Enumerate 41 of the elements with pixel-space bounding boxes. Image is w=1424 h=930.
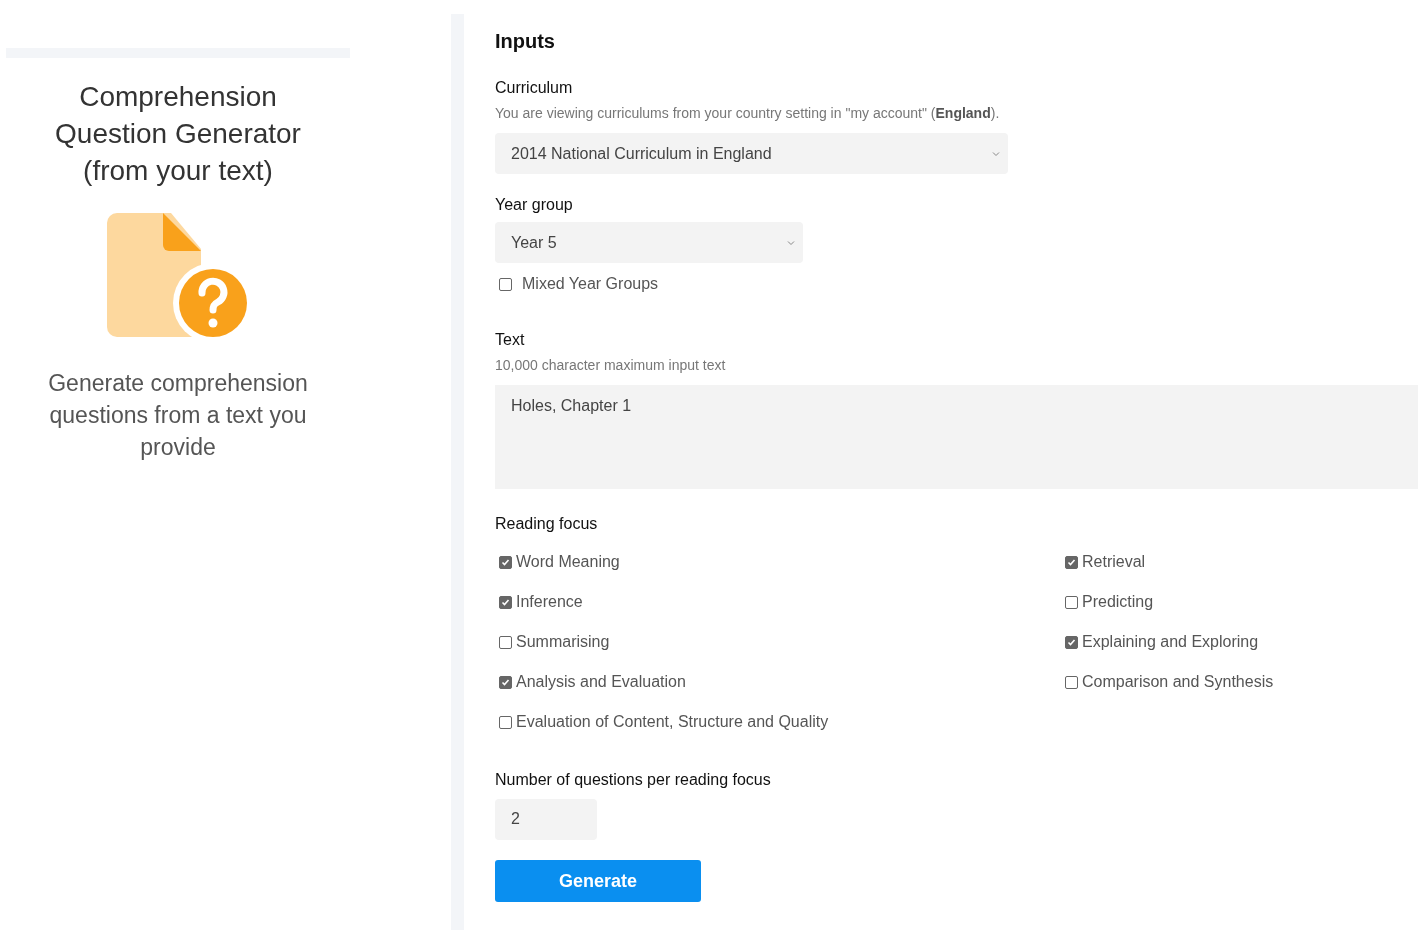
checkbox-label: Summarising <box>516 633 610 651</box>
caret-icon <box>787 239 795 246</box>
checkbox-label: Evaluation of Content, Structure and Quality <box>516 713 829 731</box>
year-select[interactable]: Year 5 <box>495 222 803 263</box>
checkbox[interactable] <box>499 277 512 291</box>
field-note: 10,000 character maximum input text <box>495 357 726 373</box>
curriculum-select[interactable]: 2014 National Curriculum in England <box>495 133 1008 174</box>
checkbox[interactable] <box>499 555 512 569</box>
check-icon <box>1067 637 1076 647</box>
field-note: You are viewing curriculums from your country setting in "my account" (England). <box>495 105 1000 121</box>
check-icon <box>1067 557 1076 567</box>
checkbox[interactable] <box>1065 555 1078 569</box>
checkbox-label: Comparison and Synthesis <box>1082 673 1274 691</box>
checkbox[interactable] <box>499 635 512 649</box>
check-icon <box>501 557 510 567</box>
checkbox-label: Analysis and Evaluation <box>516 673 686 691</box>
checkbox-label: Mixed Year Groups <box>522 275 659 293</box>
check-icon <box>501 677 510 687</box>
section-heading: Inputs <box>495 30 555 53</box>
checkbox-label: Predicting <box>1082 593 1154 611</box>
checkbox[interactable] <box>499 715 512 729</box>
checkbox-label: Inference <box>516 593 583 611</box>
checkbox[interactable] <box>1065 635 1078 649</box>
field-label: Reading focus <box>495 515 598 533</box>
checkbox[interactable] <box>1065 675 1078 689</box>
checkbox-label: Word Meaning <box>516 553 620 571</box>
field-label: Year group <box>495 196 573 214</box>
checkbox-label: Explaining and Exploring <box>1082 633 1259 651</box>
checkbox-label: Retrieval <box>1082 553 1146 571</box>
text-input[interactable]: Holes, Chapter 1 <box>495 385 1418 489</box>
tool-description: Generate comprehension questions from a text you provide <box>47 369 309 462</box>
checkbox[interactable] <box>499 595 512 609</box>
tool-title: Comprehension Question Generator (from your text) <box>54 80 302 188</box>
check-icon <box>501 597 510 607</box>
field-label: Number of questions per reading focus <box>495 771 771 789</box>
checkbox[interactable] <box>1065 595 1078 609</box>
checkbox[interactable] <box>499 675 512 689</box>
field-label: Text <box>495 331 525 349</box>
number-input[interactable]: 2 <box>495 799 597 840</box>
caret-icon <box>992 150 1000 157</box>
field-label: Curriculum <box>495 79 573 97</box>
